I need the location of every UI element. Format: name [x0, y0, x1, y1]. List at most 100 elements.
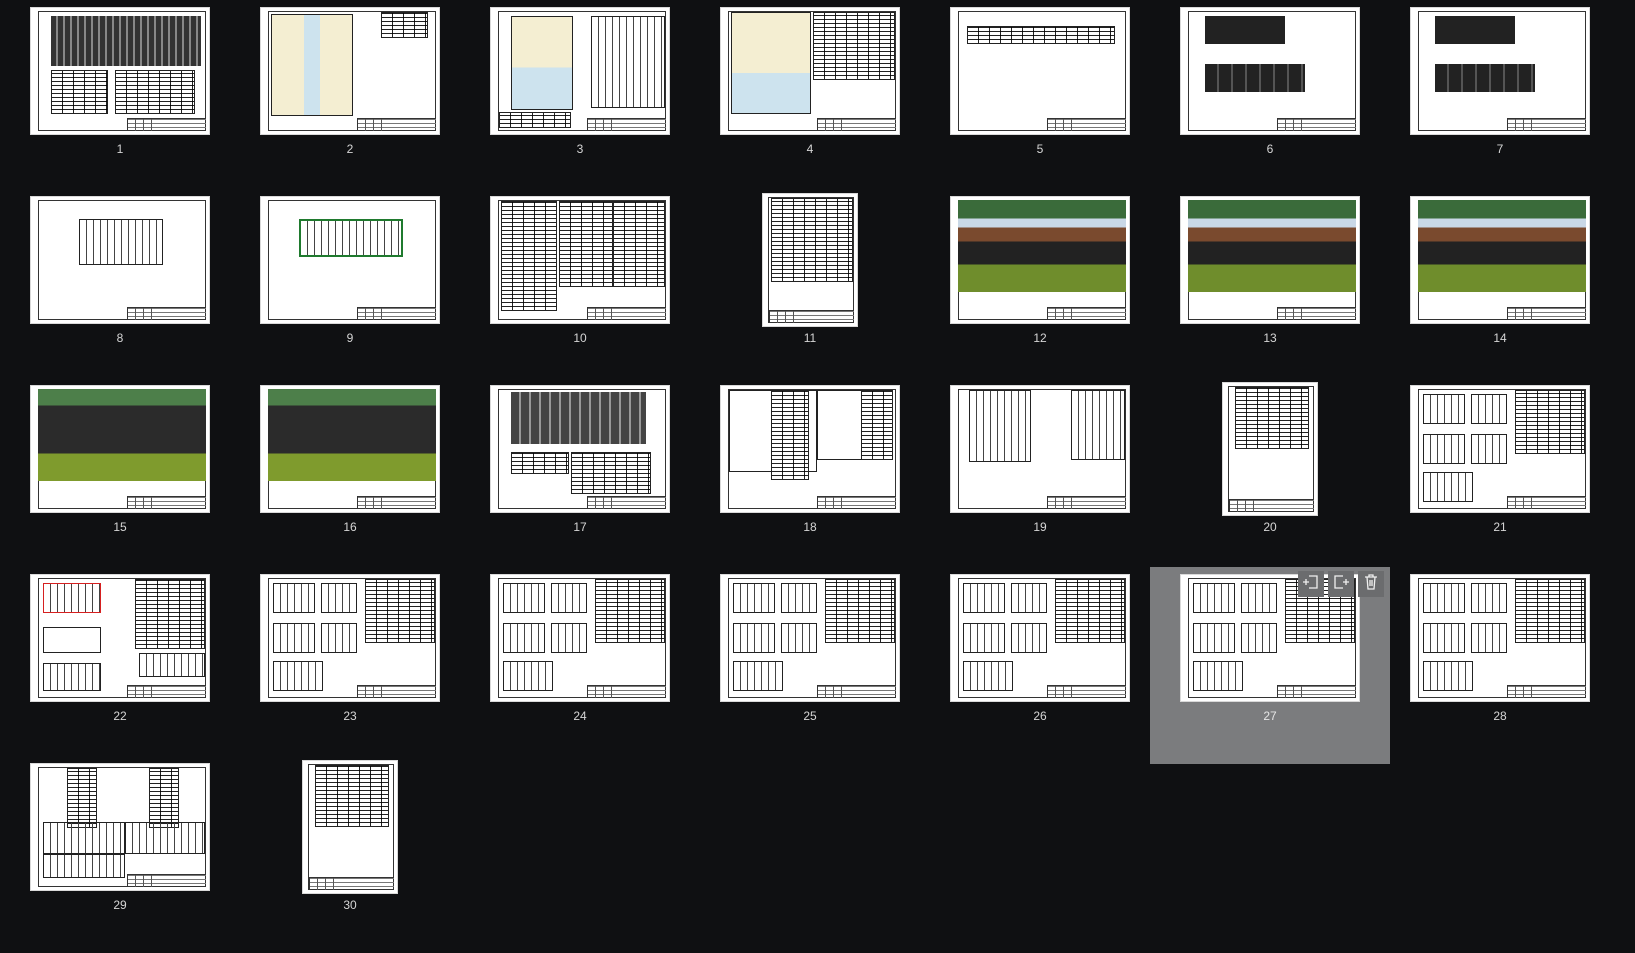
page-thumbnail-29[interactable]: 29 [0, 756, 240, 953]
page-preview[interactable] [1410, 385, 1590, 513]
page-preview[interactable] [1222, 382, 1318, 516]
panel-drawing [503, 661, 553, 691]
page-thumbnail-25[interactable]: 25 [690, 567, 930, 764]
page-thumbnail-18[interactable]: 18 [690, 378, 930, 575]
page-thumbnail-grid: 1 2 3 4 5 6 7 8 9 10 11 12 13 14 15 16 17 18 19 20 21 22 23 24 2… [0, 0, 1635, 943]
page-preview[interactable] [950, 574, 1130, 702]
panel-drawing [963, 583, 1005, 613]
page-thumbnail-14[interactable]: 14 [1380, 189, 1620, 386]
thumbnail-area [0, 192, 240, 328]
thumbnail-area [460, 570, 700, 706]
page-thumbnail-16[interactable]: 16 [230, 378, 470, 575]
page-thumbnail-30[interactable]: 30 [230, 756, 470, 953]
page-thumbnail-24[interactable]: 24 [460, 567, 700, 764]
page-preview[interactable] [950, 7, 1130, 135]
page-preview[interactable] [490, 196, 670, 324]
page-thumbnail-11[interactable]: 11 [690, 189, 930, 386]
page-number-label: 7 [1496, 142, 1504, 156]
insert-after-button[interactable] [1328, 571, 1354, 597]
render-image [38, 389, 206, 481]
panel-drawing [1011, 583, 1047, 613]
panel-drawing [125, 822, 205, 854]
title-block [357, 685, 436, 698]
page-preview[interactable] [30, 763, 210, 891]
page-thumbnail-5[interactable]: 5 [920, 0, 1160, 197]
render-image [1188, 200, 1356, 292]
panel-drawing [963, 661, 1013, 691]
page-preview[interactable] [260, 196, 440, 324]
page-thumbnail-17[interactable]: 17 [460, 378, 700, 575]
page-preview[interactable] [30, 385, 210, 513]
spec-table [1515, 579, 1585, 643]
panel-drawing [1423, 583, 1465, 613]
page-preview[interactable] [1410, 7, 1590, 135]
page-preview[interactable] [490, 385, 670, 513]
page-thumbnail-15[interactable]: 15 [0, 378, 240, 575]
title-block [587, 118, 666, 131]
page-preview[interactable] [720, 574, 900, 702]
page-number-label: 9 [346, 331, 354, 345]
page-preview[interactable] [30, 196, 210, 324]
panel-drawing [1011, 623, 1047, 653]
page-preview[interactable] [720, 7, 900, 135]
page-thumbnail-3[interactable]: 3 [460, 0, 700, 197]
spec-table [365, 579, 435, 643]
page-thumbnail-23[interactable]: 23 [230, 567, 470, 764]
page-thumbnail-8[interactable]: 8 [0, 189, 240, 386]
page-preview[interactable] [1180, 7, 1360, 135]
page-preview[interactable] [490, 7, 670, 135]
page-number-label: 8 [116, 331, 124, 345]
page-thumbnail-9[interactable]: 9 [230, 189, 470, 386]
title-block [587, 307, 666, 320]
page-thumbnail-7[interactable]: 7 [1380, 0, 1620, 197]
panel-drawing [43, 583, 101, 613]
page-preview[interactable] [302, 760, 398, 894]
page-thumbnail-26[interactable]: 26 [920, 567, 1160, 764]
page-thumbnail-2[interactable]: 2 [230, 0, 470, 197]
spec-table [499, 112, 571, 128]
page-thumbnail-4[interactable]: 4 [690, 0, 930, 197]
page-number-label: 28 [1493, 709, 1507, 723]
page-preview[interactable] [260, 7, 440, 135]
title-block [587, 496, 666, 509]
page-thumbnail-10[interactable]: 10 [460, 189, 700, 386]
page-thumbnail-13[interactable]: 13 [1150, 189, 1390, 386]
page-preview[interactable] [720, 385, 900, 513]
page-preview[interactable] [490, 574, 670, 702]
title-block [1507, 118, 1586, 131]
page-thumbnail-28[interactable]: 28 [1380, 567, 1620, 764]
page-number-label: 10 [573, 331, 587, 345]
page-thumbnail-27[interactable]: 27 [1150, 567, 1390, 764]
panel-drawing [273, 583, 315, 613]
insert-before-button[interactable] [1298, 571, 1324, 597]
page-preview[interactable] [260, 385, 440, 513]
panel-drawing [503, 583, 545, 613]
page-thumbnail-19[interactable]: 19 [920, 378, 1160, 575]
title-block [1047, 685, 1126, 698]
panel-drawing [1193, 623, 1235, 653]
page-thumbnail-20[interactable]: 20 [1150, 378, 1390, 575]
page-preview[interactable] [762, 193, 858, 327]
page-preview[interactable] [950, 385, 1130, 513]
floor-plan [731, 12, 811, 114]
insert-before-icon [1302, 573, 1320, 596]
page-preview[interactable] [30, 7, 210, 135]
panel-drawing [1193, 583, 1235, 613]
thumbnail-area [920, 3, 1160, 139]
page-thumbnail-1[interactable]: 1 [0, 0, 240, 197]
page-preview[interactable] [1410, 574, 1590, 702]
title-block [1229, 499, 1314, 512]
page-preview[interactable] [1180, 196, 1360, 324]
page-thumbnail-21[interactable]: 21 [1380, 378, 1620, 575]
title-block [1047, 118, 1126, 131]
page-preview[interactable] [1410, 196, 1590, 324]
page-preview[interactable] [950, 196, 1130, 324]
page-thumbnail-6[interactable]: 6 [1150, 0, 1390, 197]
panel-drawing [551, 583, 587, 613]
page-preview[interactable] [260, 574, 440, 702]
page-thumbnail-22[interactable]: 22 [0, 567, 240, 764]
page-preview[interactable] [30, 574, 210, 702]
title-block [817, 496, 896, 509]
floor-plan [271, 14, 353, 116]
page-thumbnail-12[interactable]: 12 [920, 189, 1160, 386]
